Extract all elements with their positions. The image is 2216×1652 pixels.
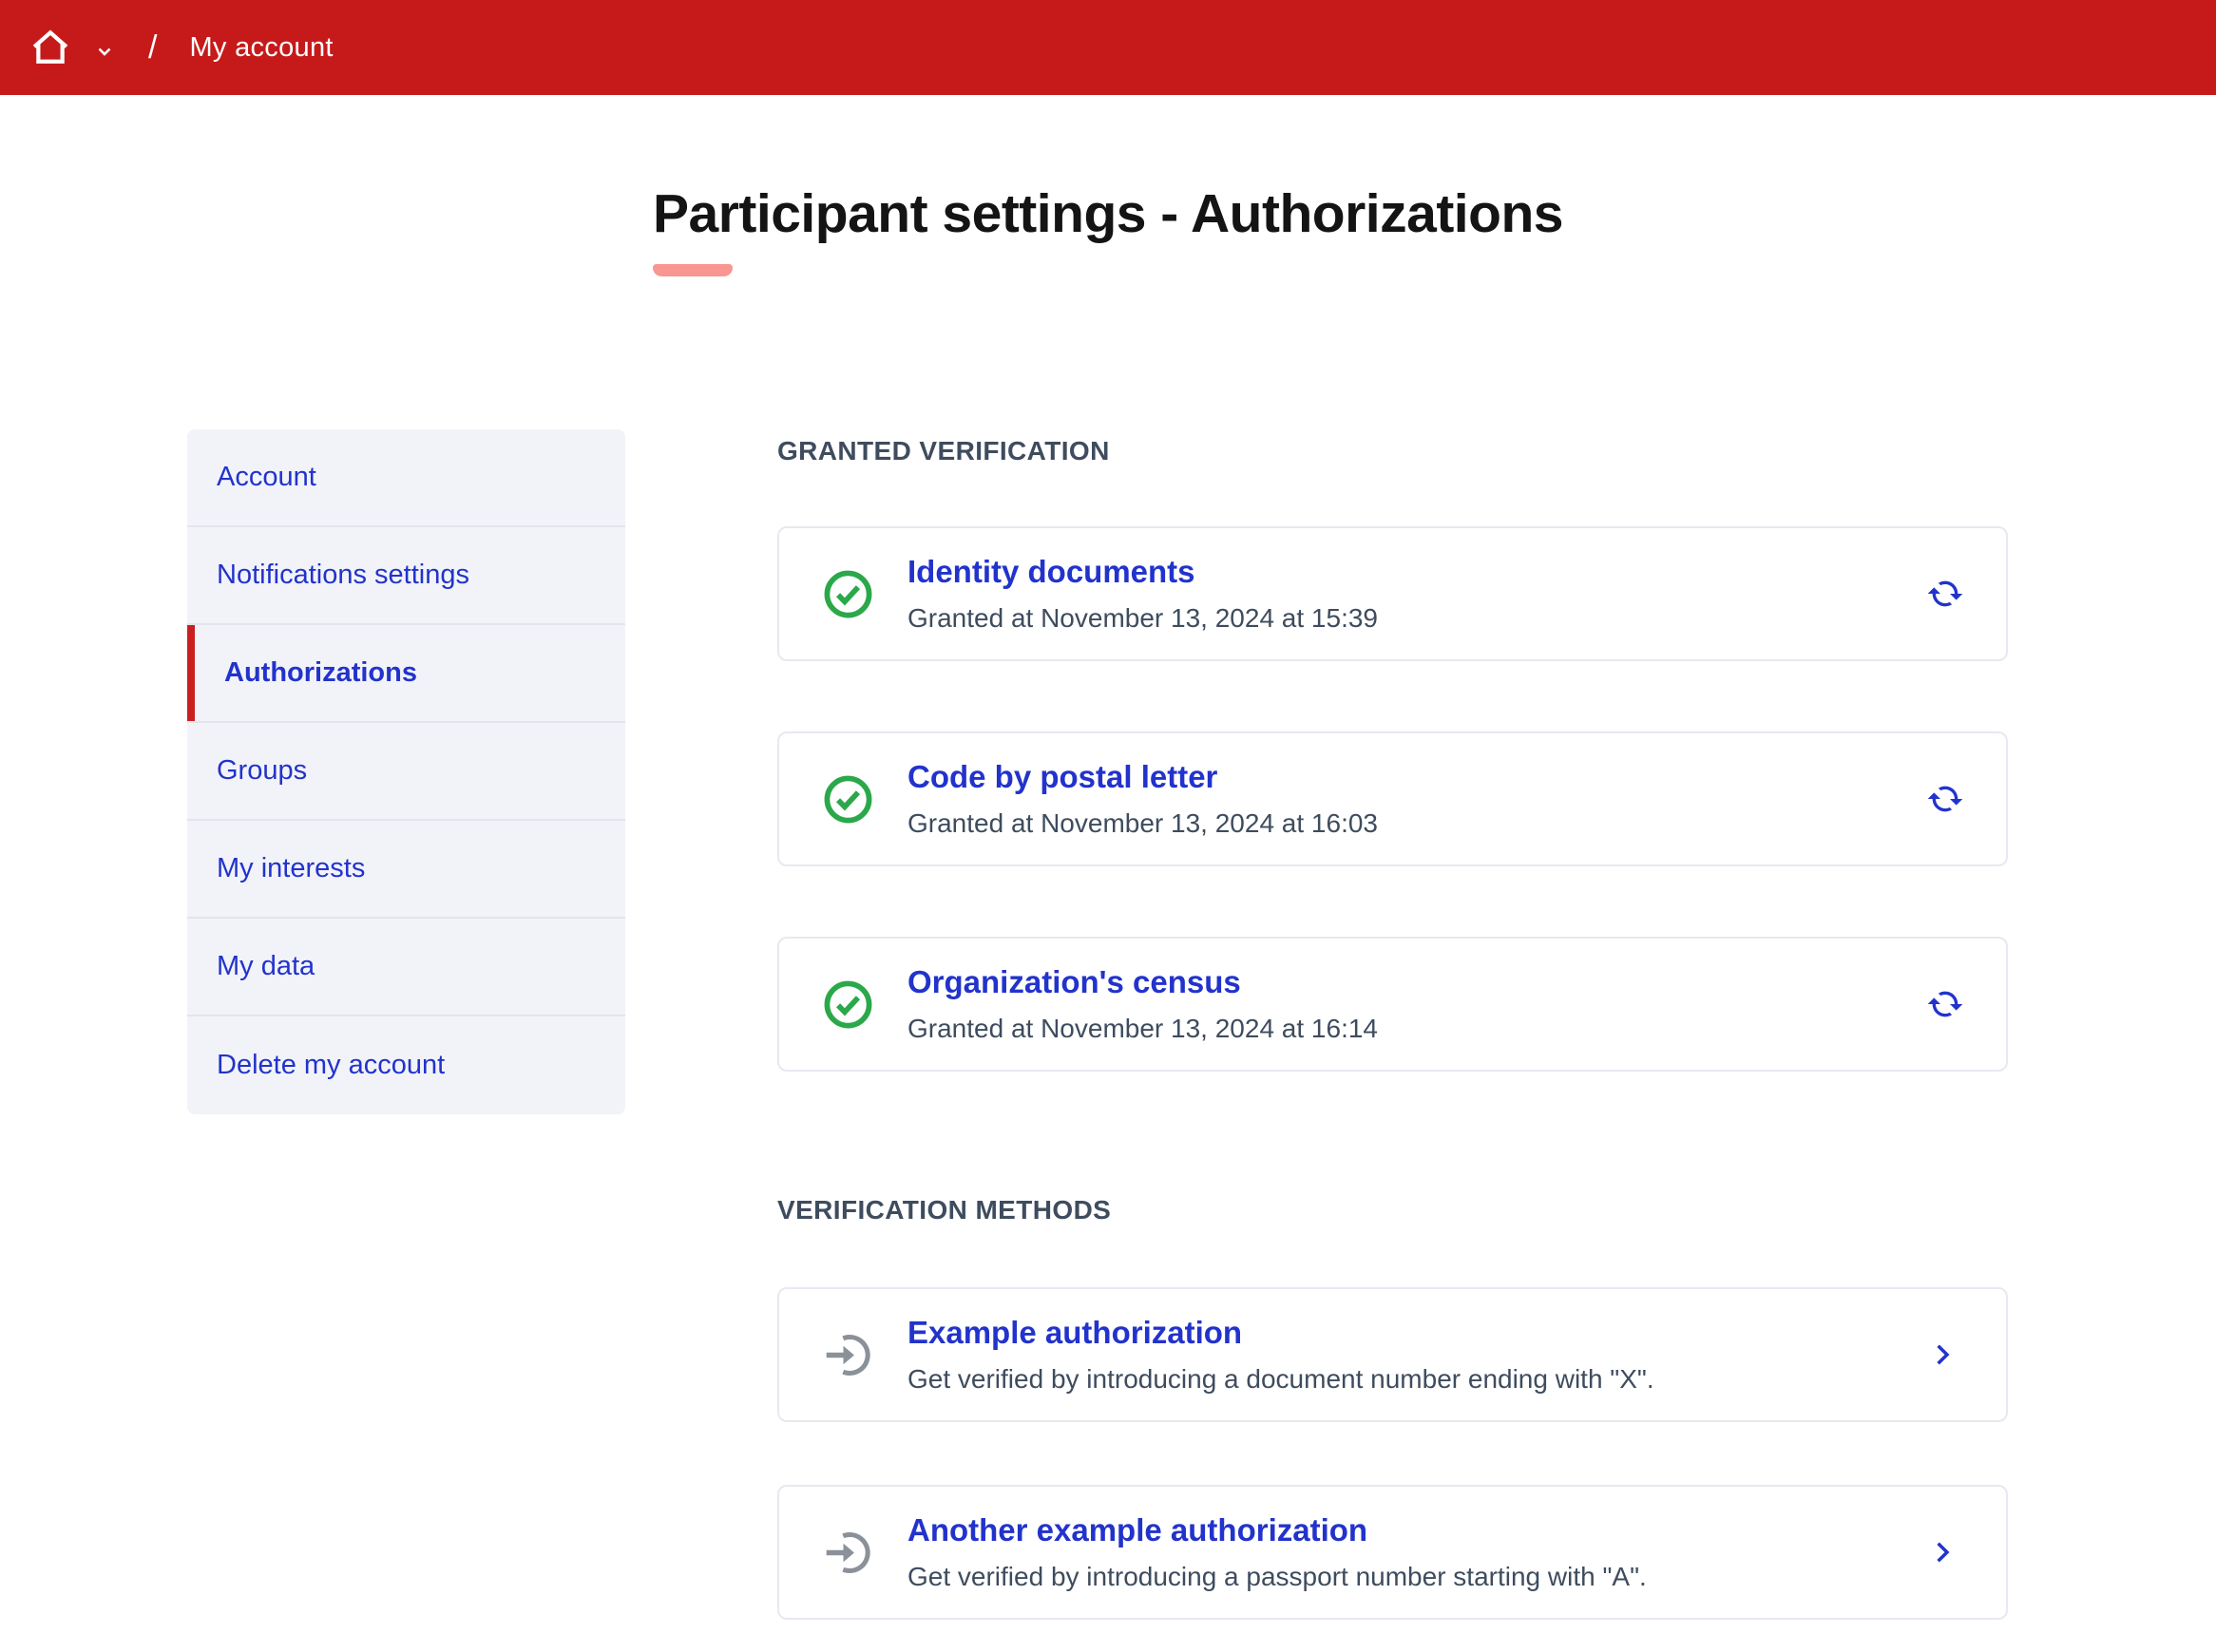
settings-sidebar: Account Notifications settings Authoriza… [187,429,625,1114]
sidebar-item-my-interests[interactable]: My interests [187,821,625,919]
verification-methods-list: Example authorization Get verified by in… [777,1287,2008,1620]
granted-card-organizations-census: Organization's census Granted at Novembe… [777,937,2008,1072]
top-navigation-bar: / My account [0,0,2216,95]
authorization-title-link[interactable]: Code by postal letter [907,760,1217,794]
title-underline-decoration [653,264,733,276]
page-header: Participant settings - Authorizations [0,180,2216,276]
granted-card-code-by-postal-letter: Code by postal letter Granted at Novembe… [777,731,2008,866]
method-card-example-authorization[interactable]: Example authorization Get verified by in… [777,1287,2008,1422]
refresh-icon[interactable] [1926,985,1964,1023]
breadcrumb-my-account-link[interactable]: My account [189,32,333,64]
sidebar-item-my-data[interactable]: My data [187,919,625,1016]
verification-methods-heading: VERIFICATION METHODS [777,1194,2008,1226]
sidebar-item-delete-my-account[interactable]: Delete my account [187,1016,625,1114]
method-description: Get verified by introducing a passport n… [907,1563,1928,1592]
check-circle-icon [821,567,875,621]
chevron-down-icon[interactable] [93,40,116,63]
authorization-title-link[interactable]: Identity documents [907,555,1195,589]
authorization-title-link[interactable]: Organization's census [907,965,1241,999]
login-circle-icon [821,1526,875,1580]
authorizations-main: GRANTED VERIFICATION Identity documents … [777,429,2008,1620]
method-title-link[interactable]: Example authorization [907,1316,1242,1350]
granted-verification-heading: GRANTED VERIFICATION [777,435,2008,467]
method-card-another-example-authorization[interactable]: Another example authorization Get verifi… [777,1485,2008,1620]
granted-verification-list: Identity documents Granted at November 1… [777,526,2008,1072]
sidebar-item-notifications-settings[interactable]: Notifications settings [187,527,625,625]
sidebar-item-groups[interactable]: Groups [187,723,625,821]
method-description: Get verified by introducing a document n… [907,1365,1928,1395]
breadcrumb-separator: / [148,29,157,66]
sidebar-item-authorizations[interactable]: Authorizations [187,625,625,723]
chevron-right-icon [1928,1538,1964,1567]
refresh-icon[interactable] [1926,575,1964,613]
login-circle-icon [821,1328,875,1382]
check-circle-icon [821,772,875,826]
chevron-right-icon [1928,1340,1964,1369]
granted-card-identity-documents: Identity documents Granted at November 1… [777,526,2008,661]
granted-timestamp: Granted at November 13, 2024 at 16:03 [907,809,1926,839]
check-circle-icon [821,978,875,1032]
page-title: Participant settings - Authorizations [653,180,1563,248]
sidebar-item-account[interactable]: Account [187,429,625,527]
method-title-link[interactable]: Another example authorization [907,1513,1367,1548]
refresh-icon[interactable] [1926,780,1964,818]
granted-timestamp: Granted at November 13, 2024 at 15:39 [907,604,1926,634]
home-icon[interactable] [29,26,72,69]
granted-timestamp: Granted at November 13, 2024 at 16:14 [907,1015,1926,1044]
